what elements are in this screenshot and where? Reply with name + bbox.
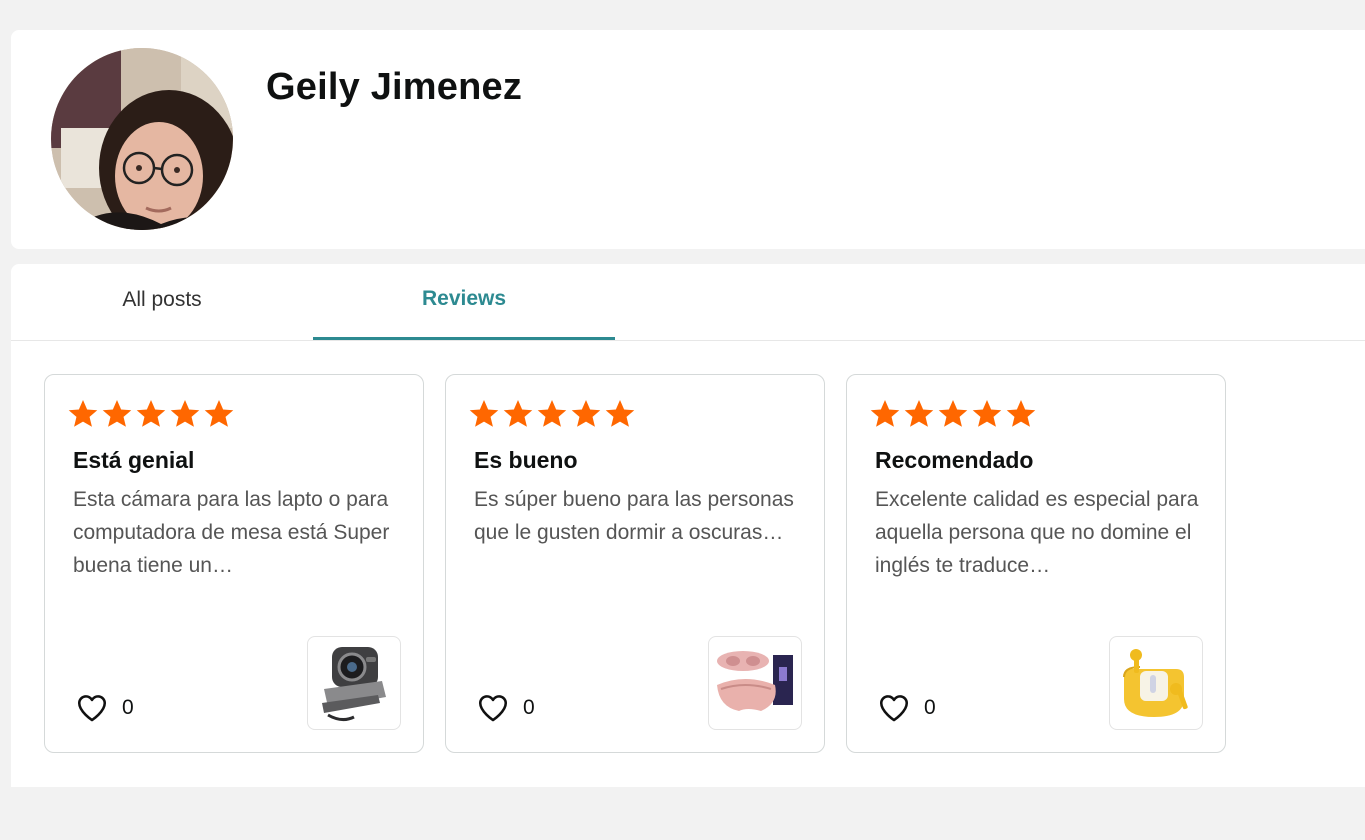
star-icon [904, 400, 934, 427]
star-icon [938, 400, 968, 427]
earbuds-icon [1123, 649, 1188, 717]
star-icon [469, 400, 499, 427]
star-icon [537, 400, 567, 427]
review-text: Es súper bueno para las personas que le … [474, 488, 794, 544]
heart-icon[interactable] [476, 691, 510, 725]
sleep-mask-icon [717, 651, 793, 711]
like-count: 0 [523, 696, 535, 719]
review-title: Es bueno [474, 447, 578, 473]
star-icon [204, 400, 234, 427]
review-text: Excelente calidad es especial para aquel… [875, 488, 1199, 577]
star-icon [972, 400, 1002, 427]
product-thumbnail[interactable] [708, 636, 802, 730]
star-icon [870, 400, 900, 427]
star-rating [67, 398, 235, 430]
star-icon [136, 400, 166, 427]
review-text: Esta cámara para las lapto o para comput… [73, 488, 390, 577]
tab-reviews[interactable]: Reviews [313, 264, 615, 340]
tab-bar: All posts Reviews [11, 264, 1365, 341]
webcam-icon [322, 647, 386, 722]
profile-name: Geily Jimenez [266, 66, 523, 108]
avatar-image [51, 48, 233, 230]
star-icon [170, 400, 200, 427]
heart-icon[interactable] [877, 691, 911, 725]
star-icon [1006, 400, 1036, 427]
like-count: 0 [924, 696, 936, 719]
star-icon [102, 400, 132, 427]
star-rating [869, 398, 1037, 430]
review-card[interactable]: Está genial Esta cámara para las lapto o… [44, 374, 424, 753]
review-title: Está genial [73, 447, 195, 473]
review-card[interactable]: Es bueno Es súper bueno para las persona… [445, 374, 825, 753]
like-row: 0 [476, 691, 535, 725]
tab-label: All posts [122, 288, 202, 311]
star-icon [571, 400, 601, 427]
avatar[interactable] [51, 48, 233, 230]
review-title: Recomendado [875, 447, 1034, 473]
star-rating [468, 398, 636, 430]
tab-all-posts[interactable]: All posts [11, 264, 313, 340]
profile-header: Geily Jimenez [11, 30, 1365, 249]
content-panel: All posts Reviews Está genial Esta cámar… [11, 264, 1365, 787]
like-row: 0 [75, 691, 134, 725]
product-thumbnail[interactable] [1109, 636, 1203, 730]
star-icon [68, 400, 98, 427]
tab-label: Reviews [421, 286, 507, 310]
product-thumbnail[interactable] [307, 636, 401, 730]
star-icon [605, 400, 635, 427]
heart-icon[interactable] [75, 691, 109, 725]
like-count: 0 [122, 696, 134, 719]
review-card[interactable]: Recomendado Excelente calidad es especia… [846, 374, 1226, 753]
like-row: 0 [877, 691, 936, 725]
star-icon [503, 400, 533, 427]
